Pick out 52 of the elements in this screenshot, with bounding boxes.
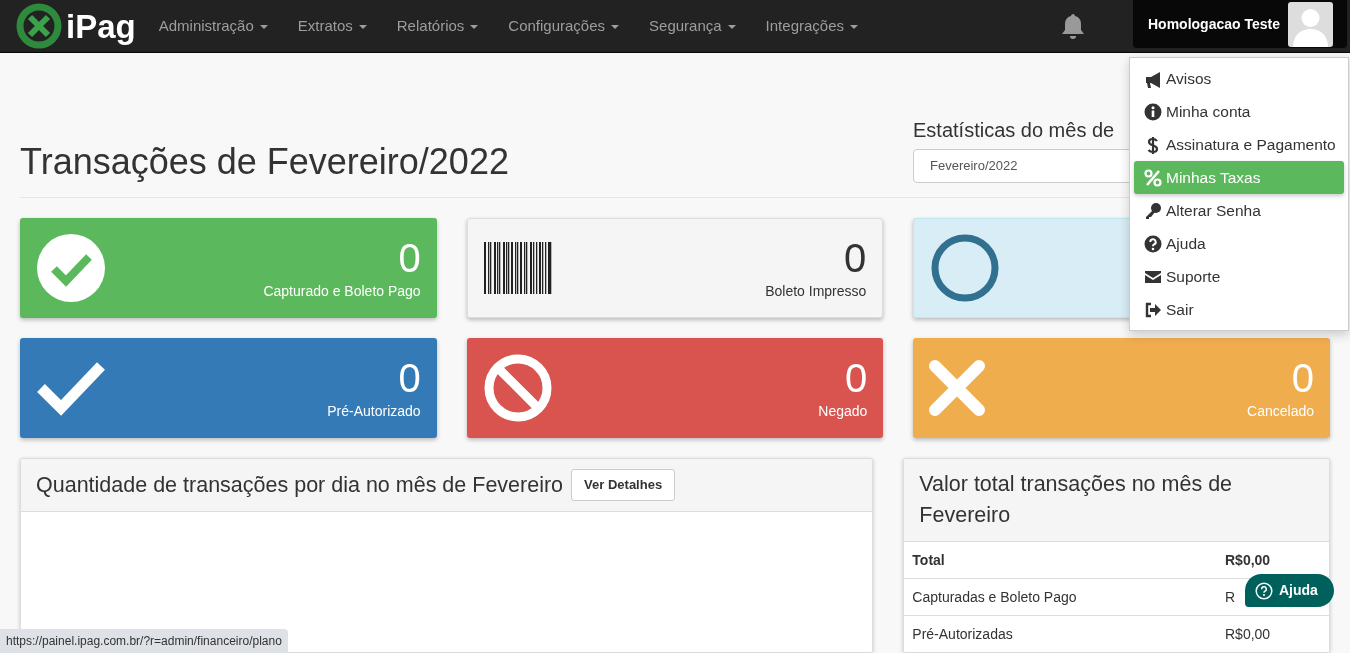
status-count: 0	[398, 234, 421, 281]
logo-emblem-icon	[16, 3, 62, 49]
table-cell-text: Capturadas e Boleto Pago	[912, 588, 1078, 607]
check-icon	[36, 360, 106, 416]
avatar	[1288, 1, 1333, 47]
percent-icon	[1144, 168, 1162, 187]
key-icon	[1144, 201, 1162, 220]
stats-label: Estatísticas do mês de	[913, 118, 1115, 143]
nav-menu[interactable]: Extratos	[282, 14, 382, 38]
bell-icon	[1061, 13, 1085, 39]
megaphone-icon	[1144, 69, 1162, 88]
status-label: Pré-Autorizado	[327, 401, 421, 421]
menu-item[interactable]: Avisos	[1134, 62, 1344, 95]
cross-icon	[929, 360, 986, 416]
status-count: 0	[398, 354, 421, 401]
menu-item[interactable]: Sair	[1134, 293, 1344, 326]
circle-icon	[930, 233, 1001, 303]
nav-menu[interactable]: Administração	[143, 14, 283, 38]
nav-menu[interactable]: Integrações	[750, 14, 873, 38]
help-icon	[1144, 234, 1162, 253]
nav-menu[interactable]: Configurações	[493, 14, 635, 38]
ban-icon	[482, 353, 553, 423]
status-bar-url: https://painel.ipag.com.br/?r=admin/financeiro/plano	[0, 629, 288, 653]
menu-item[interactable]: Alterar Senha	[1134, 194, 1344, 227]
details-button[interactable]: Ver Detalhes	[571, 469, 676, 501]
nav-menu[interactable]: Relatórios	[381, 14, 494, 38]
panel-title: Quantidade de transações por dia no mês de Fevereiro	[36, 472, 564, 499]
table-cell: R$0,00	[1225, 626, 1271, 643]
help-button[interactable]: Ajuda	[1245, 574, 1334, 607]
sign-out-icon	[1144, 300, 1162, 319]
menu-item[interactable]: Ajuda	[1134, 227, 1344, 260]
menu-item[interactable]: Minha conta	[1134, 95, 1344, 128]
panel-title: Valor total transações no mês de Fevereiro	[919, 472, 1233, 528]
status-label: Boleto Impresso	[765, 281, 867, 301]
nav-menu[interactable]: Segurança	[634, 14, 751, 38]
table-cell: R	[1225, 589, 1236, 606]
status-count: 0	[844, 234, 867, 281]
status-count: 0	[845, 354, 868, 401]
table-cell: R$0,00	[1225, 552, 1271, 569]
status-label: Cancelado	[1247, 401, 1314, 421]
barcode-icon	[483, 242, 552, 294]
table-cell-text: Pré-Autorizadas	[912, 625, 1014, 644]
table-cell-text: Total	[912, 551, 946, 570]
info-icon	[1144, 102, 1162, 121]
status-label: Negado	[818, 401, 868, 421]
help-icon	[1255, 581, 1273, 600]
status-label: Capturado e Boleto Pago	[263, 281, 421, 301]
menu-item[interactable]: Suporte	[1134, 260, 1344, 293]
page-title: Transações de Fevereiro/2022	[20, 139, 509, 183]
status-count: 0	[1291, 354, 1314, 401]
brand-logo[interactable]: iPag	[0, 3, 144, 49]
check-circle-icon	[36, 233, 106, 303]
